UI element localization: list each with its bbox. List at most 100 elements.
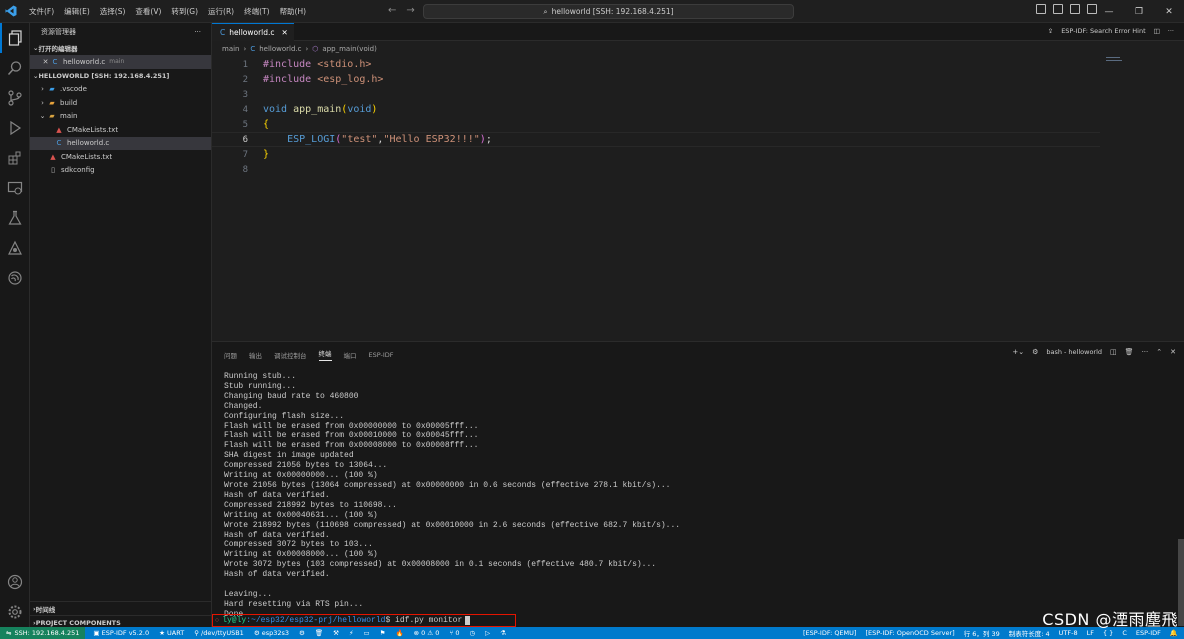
command-center[interactable]: ⌕ helloworld [SSH: 192.168.4.251] (423, 4, 794, 19)
settings-icon[interactable]: ⚙ (299, 629, 305, 637)
source-control-icon[interactable] (0, 83, 30, 113)
menu-file[interactable]: 文件(F) (24, 0, 59, 23)
flash-icon[interactable]: ⚡ (349, 629, 354, 637)
accounts-icon[interactable] (0, 567, 30, 597)
split-terminal-icon[interactable]: ◫ (1110, 348, 1117, 356)
more-icon[interactable]: ··· (1168, 27, 1174, 35)
menu-view[interactable]: 查看(V) (130, 0, 166, 23)
run-icon[interactable]: ▷ (485, 629, 490, 637)
flash-method-item[interactable]: ★ UART (159, 629, 184, 637)
testing-icon[interactable] (0, 203, 30, 233)
line-ending[interactable]: LF (1087, 629, 1094, 637)
esp-idf-icon[interactable] (0, 233, 30, 263)
forward-arrow-icon[interactable]: → (406, 5, 414, 16)
braces-item[interactable]: { } (1103, 629, 1113, 637)
new-terminal-icon[interactable]: +⌄ (1012, 348, 1024, 356)
terminal-name[interactable]: bash - helloworld (1046, 348, 1102, 356)
remote-explorer-icon[interactable] (0, 173, 30, 203)
terminal-line: Flash will be erased from 0x00008000 to … (224, 441, 479, 451)
tab-helloworld[interactable]: C helloworld.c ✕ (212, 23, 294, 41)
breadcrumb-file[interactable]: helloworld.c (259, 45, 301, 53)
problems-item[interactable]: ⊗ 0 ⚠ 0 (414, 629, 440, 637)
code-editor[interactable]: 1 #include <stdio.h> 2 #include <esp_log… (212, 57, 1184, 341)
run-debug-icon[interactable] (0, 113, 30, 143)
encoding[interactable]: UTF-8 (1059, 629, 1078, 637)
tab-terminal[interactable]: 终端 (318, 348, 332, 361)
error-hint-button[interactable]: ESP-IDF: Search Error Hint (1061, 27, 1145, 35)
close-window-icon[interactable]: ✕ (1154, 0, 1184, 23)
back-arrow-icon[interactable]: ← (388, 5, 396, 16)
toggle-sidebar-icon[interactable] (1036, 4, 1046, 14)
clock-icon[interactable]: ◷ (470, 629, 476, 637)
menu-terminal[interactable]: 终端(T) (239, 0, 274, 23)
editor-tabs: C helloworld.c ✕ ⇪ ESP-IDF: Search Error… (212, 23, 1184, 41)
clean-icon[interactable]: 🗑 (315, 629, 323, 637)
terminal-prompt[interactable]: ○ ly@ly:~/esp32/esp32-prj/helloworld $ idf… (212, 614, 516, 627)
openocd-item[interactable]: [ESP-IDF: OpenOCD Server] (865, 629, 954, 637)
tree-item-main-cmakelists[interactable]: ▲ CMakeLists.txt (30, 123, 211, 137)
workspace-section[interactable]: ⌄ HELLOWORLD [SSH: 192.168.4.251] (30, 69, 211, 83)
remote-indicator[interactable]: ⇋ SSH: 192.168.4.251 (0, 627, 86, 639)
tree-item-sdkconfig[interactable]: ▯ sdkconfig (30, 164, 211, 178)
chevron-down-icon: ⌄ (39, 112, 46, 121)
tab-output[interactable]: 输出 (249, 350, 262, 360)
extensions-icon[interactable] (0, 143, 30, 173)
close-panel-icon[interactable]: ✕ (1170, 348, 1176, 356)
idf-item[interactable]: ESP-IDF (1136, 629, 1161, 637)
menu-run[interactable]: 运行(R) (203, 0, 239, 23)
terminal-scrollbar[interactable] (1178, 539, 1184, 626)
breadcrumb-symbol[interactable]: app_main(void) (322, 45, 376, 53)
timeline-section[interactable]: › 时间线 (30, 601, 212, 615)
language-mode[interactable]: C (1122, 629, 1127, 637)
close-tab-icon[interactable]: ✕ (282, 28, 288, 37)
minimize-icon[interactable]: — (1094, 0, 1124, 23)
explorer-icon[interactable] (0, 23, 30, 53)
error-hint-icon[interactable]: ⇪ (1048, 27, 1053, 35)
close-icon[interactable]: ✕ (41, 58, 50, 66)
tree-item-vscode[interactable]: › ▰ .vscode (30, 83, 211, 97)
tab-debug-console[interactable]: 调试控制台 (274, 350, 307, 360)
search-sidebar-icon[interactable] (0, 53, 30, 83)
tree-item-main[interactable]: ⌄ ▰ main (30, 110, 211, 124)
idf-version-item[interactable]: ▣ ESP-IDF v5.2.0 (93, 629, 149, 637)
cursor-position[interactable]: 行 6，列 39 (964, 628, 1000, 638)
kill-terminal-icon[interactable]: 🗑 (1125, 348, 1134, 356)
tree-item-helloworld[interactable]: C helloworld.c (30, 136, 211, 150)
minimap[interactable] (1106, 57, 1128, 65)
espressif-icon[interactable] (0, 263, 30, 293)
tree-item-build[interactable]: › ▰ build (30, 96, 211, 110)
test-icon[interactable]: ⚗ (500, 629, 506, 637)
open-editor-item[interactable]: ✕ C helloworld.c main (30, 55, 211, 69)
menu-edit[interactable]: 编辑(E) (59, 0, 95, 23)
layout-controls (1036, 4, 1097, 14)
tree-item-cmakelists[interactable]: ▲ CMakeLists.txt (30, 150, 211, 164)
notifications-icon[interactable]: 🔔 (1170, 629, 1178, 637)
port-item[interactable]: ⚲ /dev/ttyUSB1 (194, 629, 244, 637)
toggle-panel-icon[interactable] (1053, 4, 1063, 14)
monitor-icon[interactable]: ▭ (364, 629, 370, 637)
toggle-secondary-sidebar-icon[interactable] (1070, 4, 1080, 14)
debug-icon[interactable]: ⚑ (380, 629, 386, 637)
qemu-item[interactable]: [ESP-IDF: QEMU] (803, 629, 856, 637)
breadcrumb-folder[interactable]: main (222, 45, 240, 53)
ports-item[interactable]: ⑂ 0 (449, 629, 459, 637)
manage-gear-icon[interactable] (0, 597, 30, 627)
build-icon[interactable]: ⚒ (333, 629, 339, 637)
build-flash-monitor-icon[interactable]: 🔥 (396, 629, 404, 637)
code-token: #include (263, 59, 312, 70)
target-item[interactable]: ⚙ esp32s3 (254, 629, 289, 637)
open-editors-section[interactable]: ⌄ 打开的编辑器 (30, 41, 211, 55)
tab-esp-idf[interactable]: ESP-IDF (369, 351, 394, 359)
more-icon[interactable]: ··· (1142, 348, 1149, 356)
more-actions-icon[interactable]: ··· (194, 28, 201, 36)
menu-go[interactable]: 转到(G) (166, 0, 203, 23)
terminal-line: Wrote 21056 bytes (13064 compressed) at … (224, 480, 671, 490)
tab-ports[interactable]: 端口 (344, 350, 357, 360)
restore-icon[interactable]: ❐ (1124, 0, 1154, 23)
menu-help[interactable]: 帮助(H) (275, 0, 312, 23)
tab-problems[interactable]: 问题 (224, 350, 237, 360)
terminal-output[interactable]: Running stub... Stub running... Changing b… (224, 372, 1174, 620)
menu-selection[interactable]: 选择(S) (95, 0, 131, 23)
split-editor-icon[interactable]: ◫ (1154, 27, 1160, 35)
maximize-panel-icon[interactable]: ⌃ (1156, 348, 1162, 356)
